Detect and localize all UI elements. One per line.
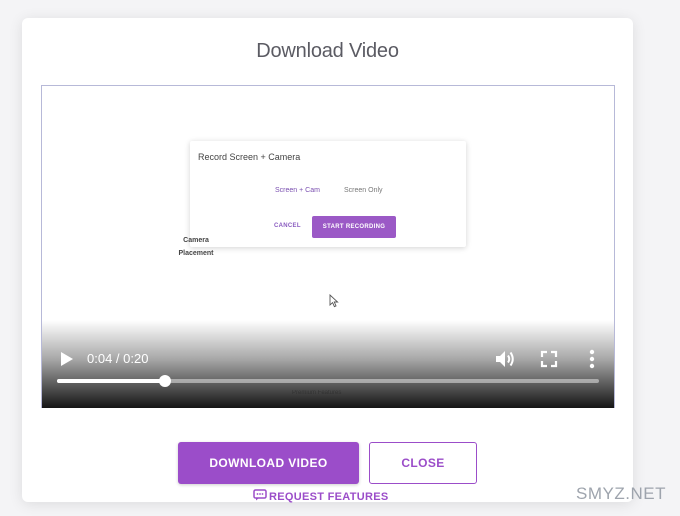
video-frame-option-screen-only: Screen Only [344,187,383,194]
download-video-button[interactable]: DOWNLOAD VIDEO [178,442,359,484]
fullscreen-icon[interactable] [539,349,559,369]
video-frame-placement-label: Placement [178,250,214,257]
progress-track[interactable] [57,375,599,387]
video-player[interactable]: Record Screen + Camera Screen + Cam Scre… [41,85,615,408]
video-frame-camera-label: Camera [183,237,209,244]
modal-title: Download Video [256,40,399,62]
video-controls: 0:04 / 0:20 [42,320,614,408]
mouse-cursor-icon [329,293,339,313]
video-frame-cancel-label: CANCEL [274,223,301,229]
progress-fill [57,379,166,383]
video-frame-option-screen-cam: Screen + Cam [275,187,320,194]
more-options-icon[interactable] [585,348,599,370]
play-icon[interactable] [56,349,76,369]
video-frame-camera-placement: Camera Placement [166,234,226,260]
watermark: SMYZ.NET [576,484,666,503]
video-frame-card-title: Record Screen + Camera [198,152,301,162]
progress-thumb[interactable] [159,375,172,387]
download-video-modal: Download Video Record Screen + Camera Sc… [22,18,633,504]
video-frame-record-dialog: Record Screen + Camera Screen + Cam Scre… [190,141,466,247]
close-button[interactable]: CLOSE [369,442,477,484]
chat-icon [253,489,269,504]
video-frame-start-label: START RECORDING [312,216,396,238]
volume-icon[interactable] [494,348,516,370]
time-display: 0:04 / 0:20 [87,351,149,366]
request-features-link[interactable]: REQUEST FEATURES [253,489,389,504]
request-features-label: REQUEST FEATURES [269,490,389,503]
